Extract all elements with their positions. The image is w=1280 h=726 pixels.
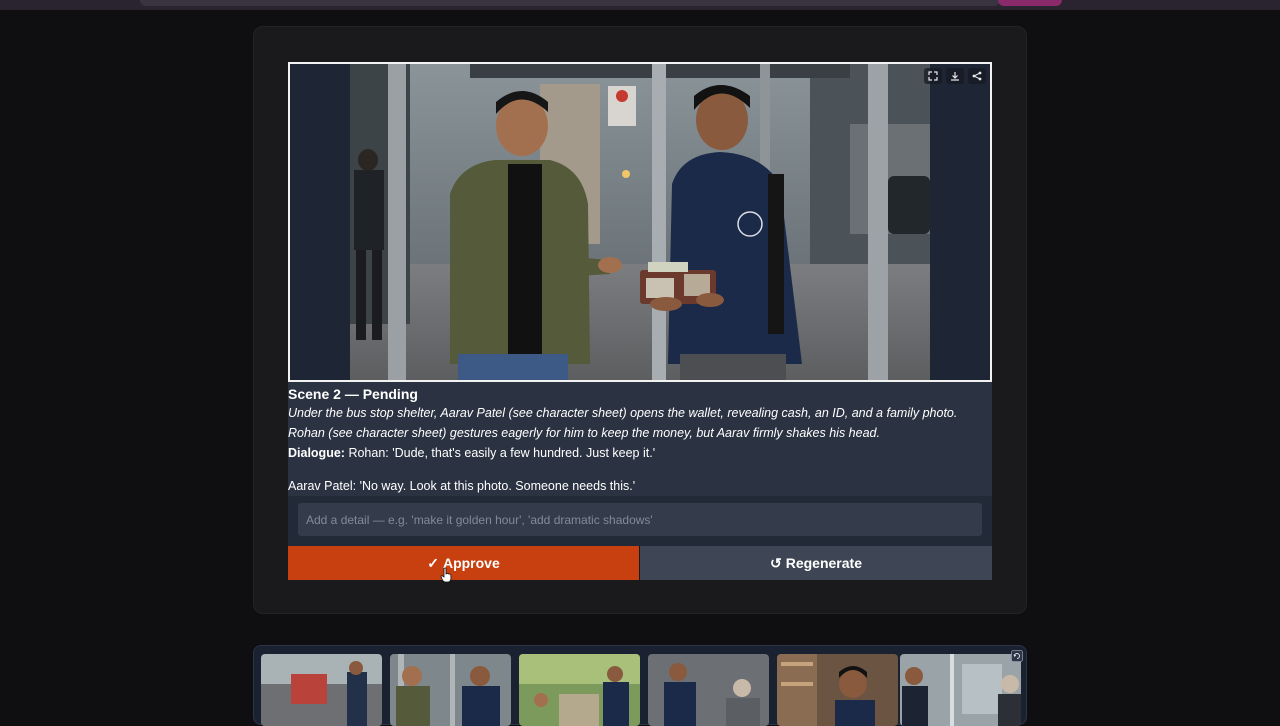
scene-illustration	[290, 64, 990, 380]
dialogue-rohan-text: Rohan: 'Dude, that's easily a few hundre…	[348, 446, 656, 460]
download-icon[interactable]	[946, 68, 964, 84]
scene-description: Under the bus stop shelter, Aarav Patel …	[288, 406, 958, 420]
checkmark-icon: ✓	[427, 554, 439, 571]
scene-thumbnail-6[interactable]	[900, 654, 1021, 726]
scene-thumbnail-3[interactable]	[519, 654, 640, 726]
browser-toolbar	[0, 0, 1280, 10]
share-icon[interactable]	[968, 68, 986, 84]
browser-extension-badge[interactable]	[998, 0, 1062, 6]
refresh-icon: ↺	[770, 554, 782, 571]
dialogue-label: Dialogue:	[288, 446, 345, 460]
hand-cursor-icon	[440, 567, 452, 583]
scene-thumbnail-4[interactable]	[648, 654, 769, 726]
approve-button[interactable]: ✓ Approve	[288, 546, 639, 580]
regenerate-label: Regenerate	[785, 555, 862, 571]
scene-thumbnail-5[interactable]	[777, 654, 898, 726]
detail-input-area	[288, 496, 992, 546]
scene-title: Scene 2 — Pending	[288, 386, 418, 402]
scene-filmstrip	[253, 645, 1027, 726]
scene-thumbnail-2[interactable]	[390, 654, 511, 726]
scene-details-panel: Scene 2 — Pending Under the bus stop she…	[288, 382, 992, 496]
scene-image	[288, 62, 992, 382]
fullscreen-icon[interactable]	[924, 68, 942, 84]
dialogue-line-rohan: Dialogue: Rohan: 'Dude, that's easily a …	[288, 443, 992, 463]
refresh-icon[interactable]	[1011, 650, 1023, 662]
scene-description-continued: Rohan (see character sheet) gestures eag…	[288, 426, 880, 440]
regenerate-button[interactable]: ↺ Regenerate	[640, 546, 992, 580]
address-bar[interactable]	[140, 0, 1000, 6]
detail-input[interactable]	[298, 503, 982, 536]
image-toolbar	[924, 68, 986, 84]
scene-thumbnail-1[interactable]	[261, 654, 382, 726]
dialogue-line-aarav: Aarav Patel: 'No way. Look at this photo…	[288, 479, 636, 493]
